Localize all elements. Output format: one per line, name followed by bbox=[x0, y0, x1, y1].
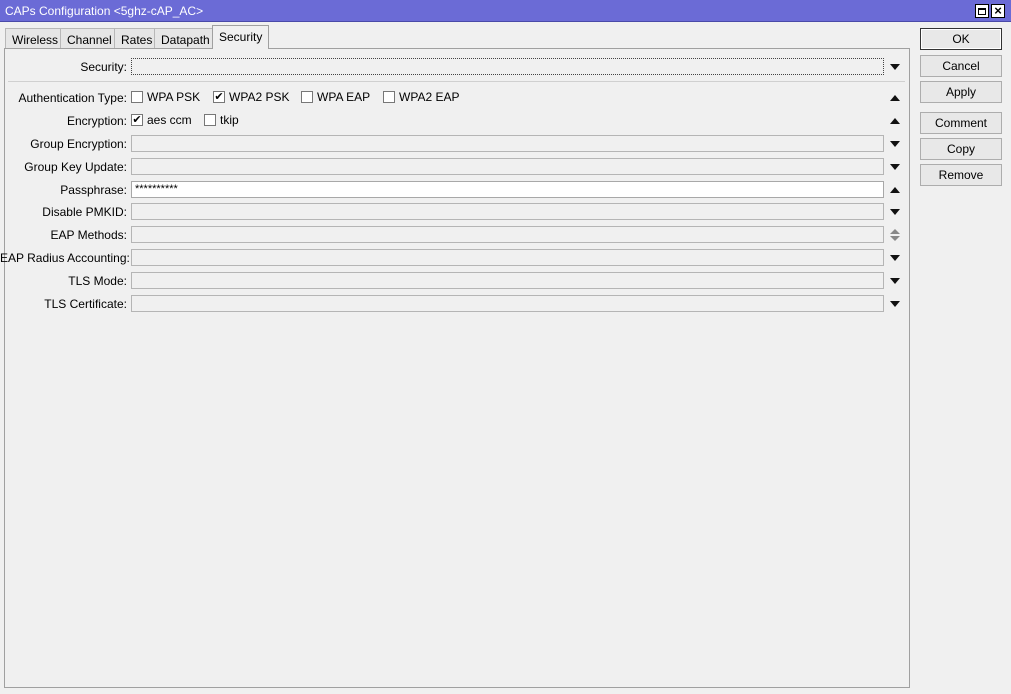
group-encryption-label: Group Encryption: bbox=[30, 137, 127, 151]
wpa2-eap-checkbox[interactable]: WPA2 EAP bbox=[383, 90, 459, 104]
checkbox-box[interactable] bbox=[204, 114, 216, 126]
dropdown-arrow-icon[interactable] bbox=[889, 61, 901, 73]
eap-methods-select[interactable] bbox=[131, 226, 884, 243]
eap-radius-accounting-select[interactable] bbox=[131, 249, 884, 266]
passphrase-input[interactable]: ********** bbox=[131, 181, 884, 198]
group-key-update-label: Group Key Update: bbox=[24, 160, 127, 174]
dropdown-arrow-icon[interactable] bbox=[889, 138, 901, 150]
passphrase-label: Passphrase: bbox=[60, 183, 127, 197]
maximize-icon[interactable] bbox=[975, 4, 989, 18]
tab-wireless[interactable]: Wireless bbox=[5, 28, 66, 49]
comment-button[interactable]: Comment bbox=[920, 112, 1002, 134]
ok-button[interactable]: OK bbox=[920, 28, 1002, 50]
title-bar[interactable]: CAPs Configuration <5ghz-cAP_AC> × bbox=[0, 0, 1011, 22]
collapse-arrow-icon[interactable] bbox=[889, 92, 901, 104]
tls-mode-select[interactable] bbox=[131, 272, 884, 289]
dropdown-arrow-icon[interactable] bbox=[889, 275, 901, 287]
wpa2-psk-checkbox[interactable]: ✔ WPA2 PSK bbox=[213, 90, 289, 104]
tkip-checkbox[interactable]: tkip bbox=[204, 113, 239, 127]
cancel-button[interactable]: Cancel bbox=[920, 55, 1002, 77]
checkbox-box[interactable] bbox=[383, 91, 395, 103]
checkbox-box[interactable] bbox=[301, 91, 313, 103]
group-key-update-select[interactable] bbox=[131, 158, 884, 175]
wpa-psk-checkbox[interactable]: WPA PSK bbox=[131, 90, 200, 104]
auth-type-label: Authentication Type: bbox=[18, 91, 127, 105]
collapse-arrow-icon[interactable] bbox=[889, 184, 901, 196]
eap-radius-accounting-label: EAP Radius Accounting: bbox=[0, 251, 130, 265]
dropdown-arrow-icon[interactable] bbox=[889, 298, 901, 310]
wpa-eap-checkbox[interactable]: WPA EAP bbox=[301, 90, 370, 104]
separator bbox=[8, 81, 905, 82]
checkmark-icon[interactable]: ✔ bbox=[213, 91, 225, 103]
dropdown-arrow-icon[interactable] bbox=[889, 161, 901, 173]
tab-rates[interactable]: Rates bbox=[114, 28, 160, 49]
security-select[interactable] bbox=[131, 58, 884, 75]
copy-button[interactable]: Copy bbox=[920, 138, 1002, 160]
eap-methods-label: EAP Methods: bbox=[50, 228, 128, 242]
encryption-label: Encryption: bbox=[66, 114, 127, 128]
tab-datapath[interactable]: Datapath bbox=[154, 28, 217, 49]
up-down-arrow-icon[interactable] bbox=[889, 228, 901, 242]
group-encryption-select[interactable] bbox=[131, 135, 884, 152]
security-label: Security: bbox=[80, 60, 127, 74]
collapse-arrow-icon[interactable] bbox=[889, 115, 901, 127]
tab-security[interactable]: Security bbox=[212, 25, 270, 49]
aes-ccm-checkbox[interactable]: ✔ aes ccm bbox=[131, 113, 192, 127]
dropdown-arrow-icon[interactable] bbox=[889, 252, 901, 264]
apply-button[interactable]: Apply bbox=[920, 81, 1002, 103]
tls-certificate-select[interactable] bbox=[131, 295, 884, 312]
checkbox-box[interactable] bbox=[131, 91, 143, 103]
window-title: CAPs Configuration <5ghz-cAP_AC> bbox=[5, 4, 204, 18]
disable-pmkid-label: Disable PMKID: bbox=[42, 205, 127, 219]
tls-mode-label: TLS Mode: bbox=[68, 274, 127, 288]
remove-button[interactable]: Remove bbox=[920, 164, 1002, 186]
dropdown-arrow-icon[interactable] bbox=[889, 206, 901, 218]
disable-pmkid-select[interactable] bbox=[131, 203, 884, 220]
tab-channel[interactable]: Channel bbox=[60, 28, 119, 49]
checkmark-icon[interactable]: ✔ bbox=[131, 114, 143, 126]
tls-certificate-label: TLS Certificate: bbox=[44, 297, 127, 311]
close-icon[interactable]: × bbox=[991, 4, 1005, 18]
